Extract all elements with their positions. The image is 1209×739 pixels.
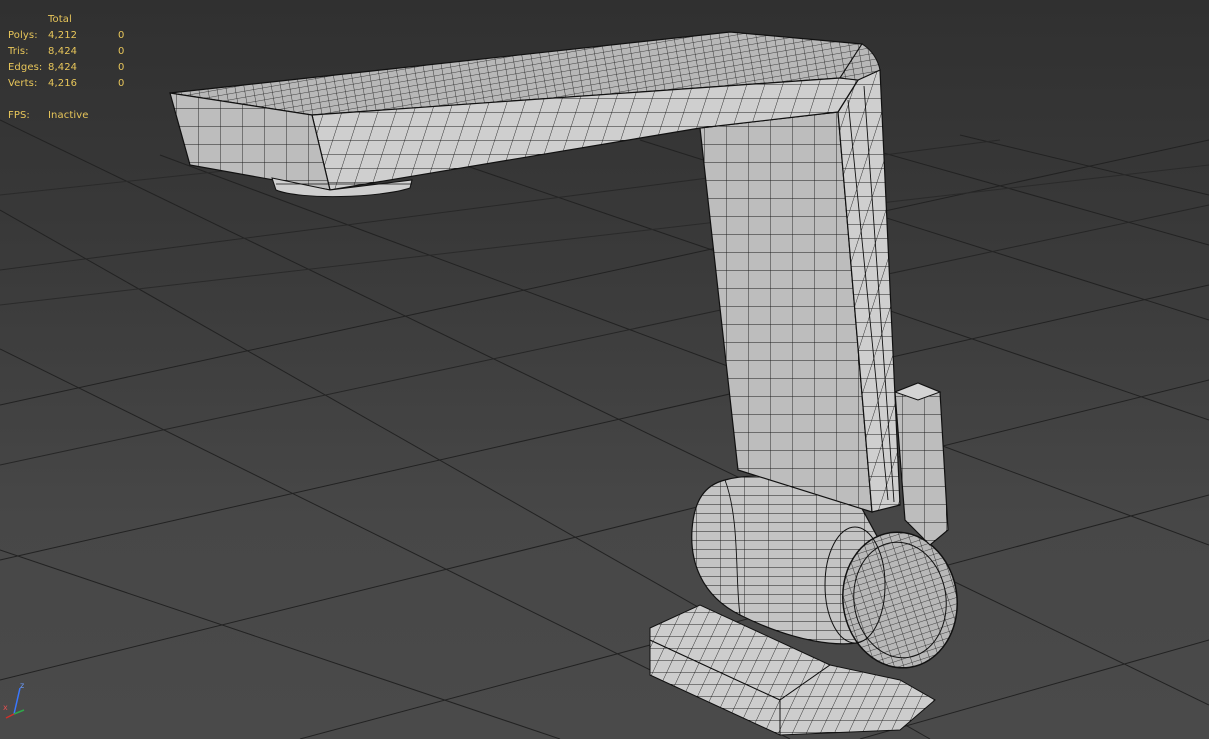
perspective-viewport[interactable]: Total Polys: 4,212 0 Tris: 8,424 0 Edges… <box>0 0 1209 739</box>
viewport-grid <box>0 119 1209 739</box>
stats-label: Verts: <box>8 78 38 89</box>
stats-selected: 0 <box>118 78 125 89</box>
stats-selected: 0 <box>118 62 125 73</box>
stats-label: Edges: <box>8 62 43 73</box>
stats-total: 8,424 <box>48 62 78 73</box>
axis-gizmo-icon: z x <box>3 681 25 719</box>
axis-x-label: x <box>3 703 8 712</box>
stats-selected: 0 <box>118 30 125 41</box>
axis-z-label: z <box>20 681 24 690</box>
stats-selected: 0 <box>118 46 125 57</box>
stats-total-header: Total <box>48 14 72 25</box>
stats-total: 8,424 <box>48 46 78 57</box>
stats-total: 4,216 <box>48 78 78 89</box>
fps-value: Inactive <box>48 110 89 121</box>
lever-handle <box>894 382 949 546</box>
stats-label: Tris: <box>8 46 29 57</box>
stats-label: Polys: <box>8 30 38 41</box>
stats-total: 4,212 <box>48 30 78 41</box>
viewport-scene[interactable] <box>0 0 1209 739</box>
fps-label: FPS: <box>8 110 30 121</box>
